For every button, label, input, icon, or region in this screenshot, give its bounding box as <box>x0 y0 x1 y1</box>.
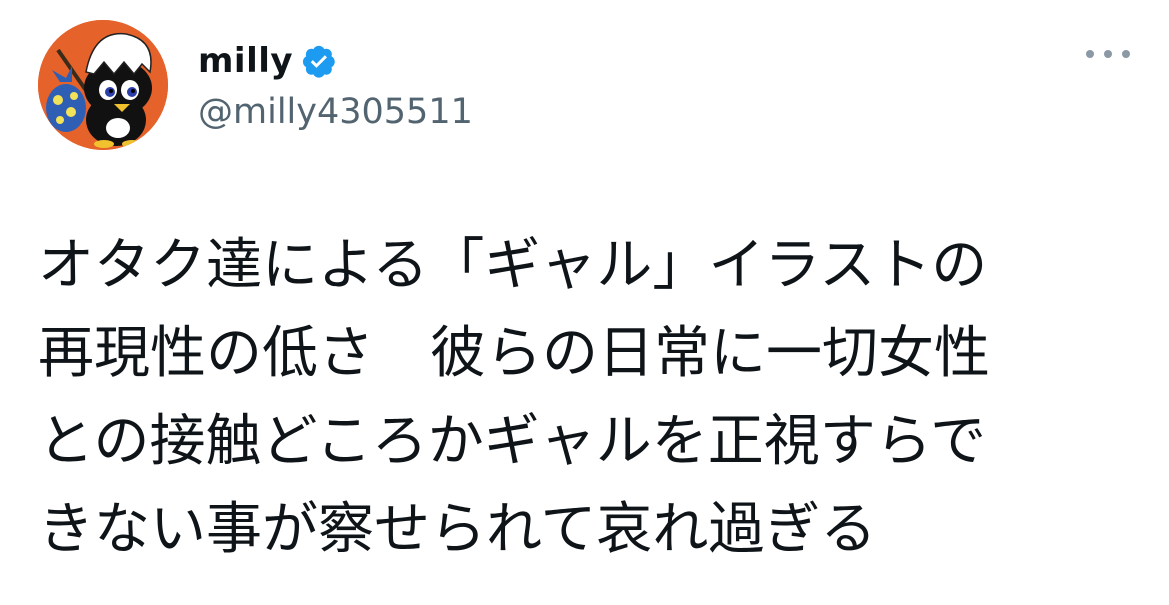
more-dot <box>1122 50 1130 58</box>
user-name-row: milly <box>198 36 337 86</box>
more-dot <box>1086 50 1094 58</box>
more-dot <box>1104 50 1112 58</box>
calimero-chick-avatar-icon <box>38 20 168 150</box>
more-options-icon[interactable] <box>1086 42 1130 66</box>
verified-badge-icon <box>301 43 337 79</box>
display-name[interactable]: milly <box>198 41 293 81</box>
tweet-card: milly @milly4305511 オタク達による「ギャル」イラストの 再現… <box>0 0 1169 605</box>
user-handle[interactable]: @milly4305511 <box>198 92 473 132</box>
avatar[interactable] <box>38 20 168 150</box>
tweet-text: オタク達による「ギャル」イラストの 再現性の低さ 彼らの日常に一切女性 との接触… <box>38 233 990 562</box>
